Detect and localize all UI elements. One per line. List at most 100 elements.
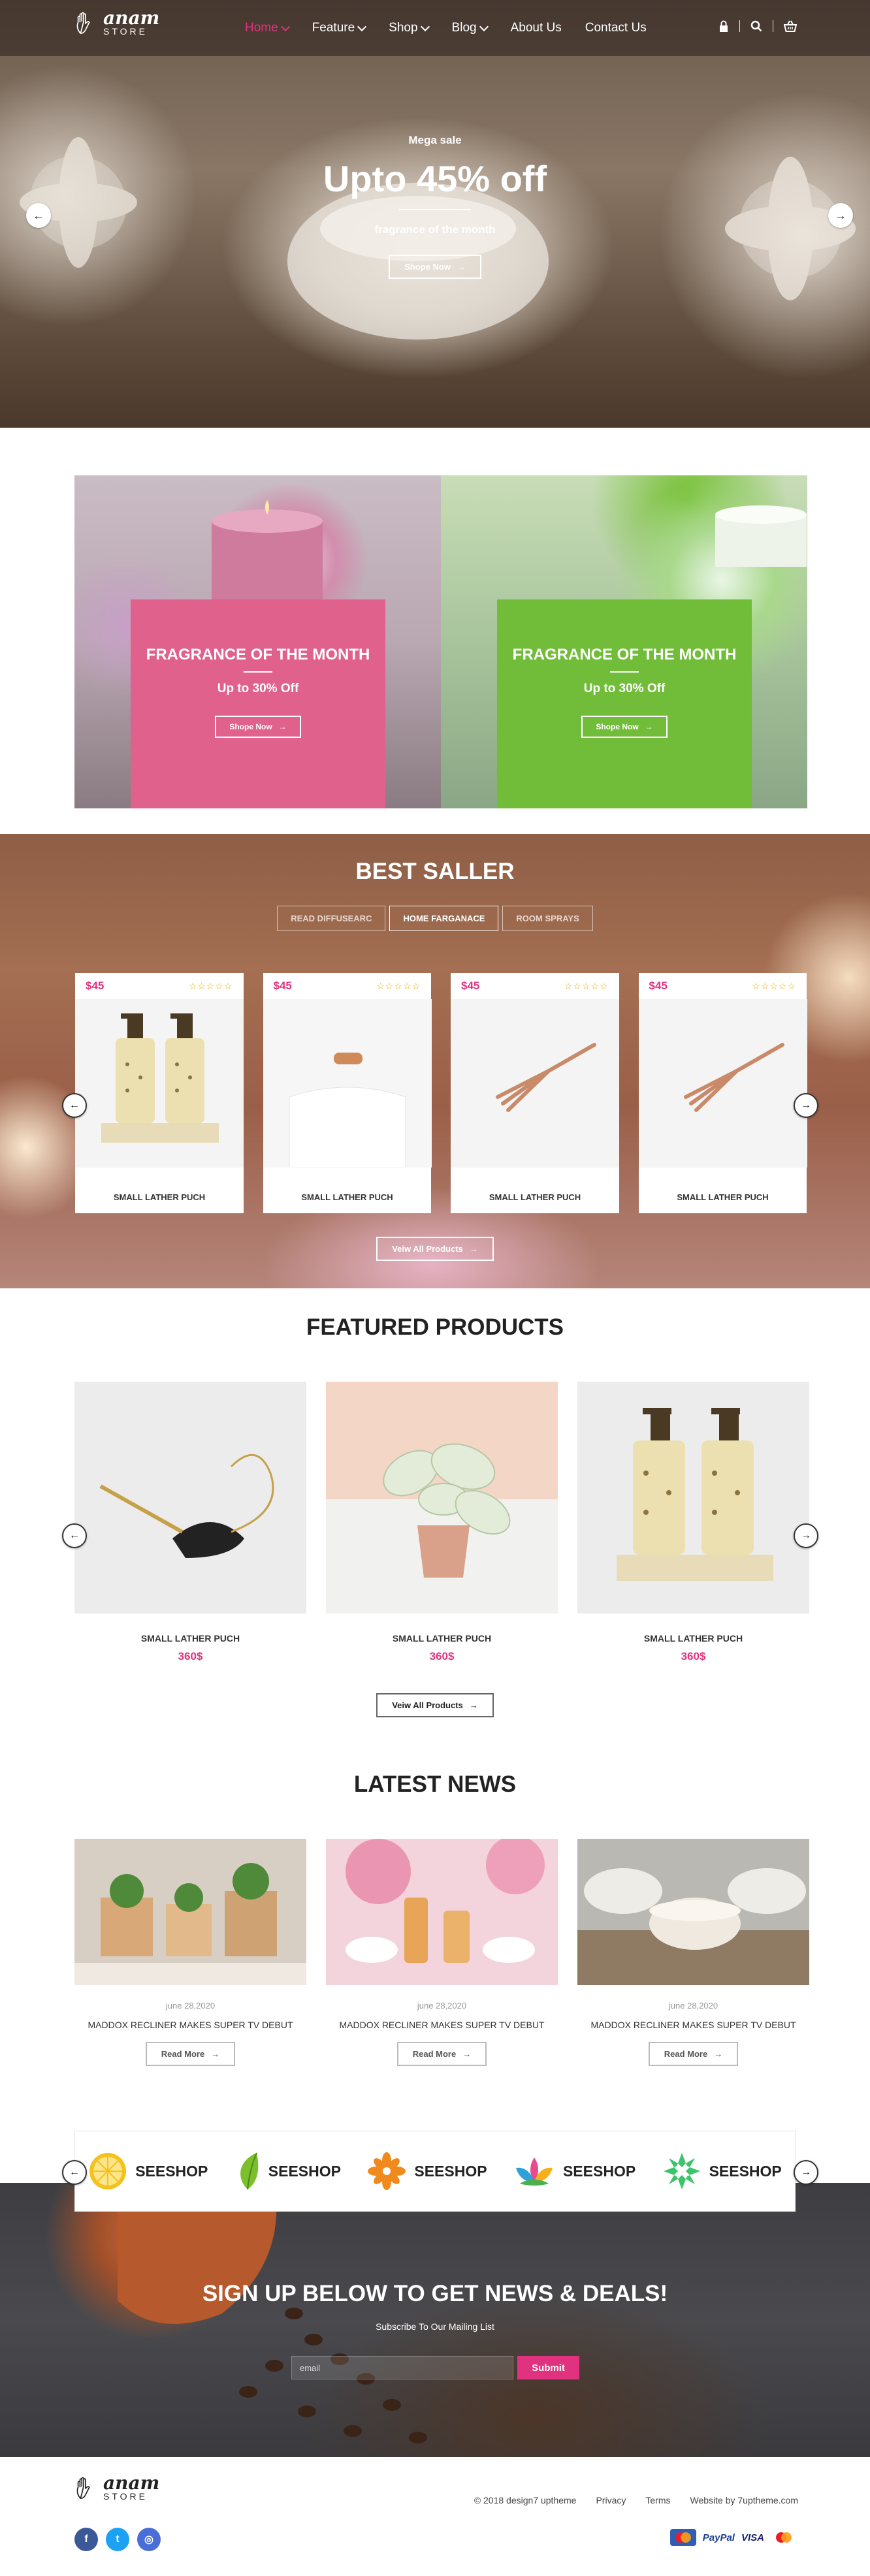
lock-icon[interactable] bbox=[718, 20, 729, 33]
view-all-wrap: Veiw All Products → bbox=[0, 1237, 870, 1261]
logo[interactable]: anam STORE bbox=[73, 9, 159, 37]
hero-kicker: Mega sale bbox=[408, 134, 462, 146]
brand-item[interactable]: SEESHOP bbox=[234, 2152, 341, 2191]
news-date: june 28,2020 bbox=[165, 2001, 216, 2011]
news-title[interactable]: MADDOX RECLINER MAKES SUPER TV DEBUT bbox=[326, 2020, 558, 2030]
promo-card: FRAGRANCE OF THE MONTH Up to 30% Off Sho… bbox=[497, 599, 752, 808]
news-title[interactable]: MADDOX RECLINER MAKES SUPER TV DEBUT bbox=[74, 2020, 306, 2030]
product-card[interactable]: SMALL LATHER PUCH 360$ bbox=[74, 1382, 306, 1663]
rating-stars-icon: ☆☆☆☆☆ bbox=[752, 980, 796, 991]
arrow-right-icon: → bbox=[462, 2049, 472, 2059]
section-title: FEATURED PRODUCTS bbox=[306, 1314, 564, 1340]
carousel-next-button[interactable]: → bbox=[794, 1523, 818, 1548]
submit-button[interactable]: Submit bbox=[517, 2356, 579, 2379]
carousel-prev-button[interactable]: ← bbox=[62, 1523, 87, 1548]
top-nav: anam STORE Home Feature Shop Blog About … bbox=[0, 0, 870, 56]
tab-home-fragrance[interactable]: HOME FARGANACE bbox=[389, 906, 499, 931]
hero-subtitle: fragrance of the month bbox=[374, 223, 496, 236]
button-label: Shope Now bbox=[404, 262, 451, 272]
arrow-right-icon: → bbox=[835, 208, 846, 222]
nav-item-shop[interactable]: Shop bbox=[389, 21, 430, 35]
product-image bbox=[638, 999, 807, 1168]
product-card[interactable]: SMALL LATHER PUCH 360$ bbox=[326, 1382, 558, 1663]
promo-offer: Up to 30% Off bbox=[217, 682, 299, 695]
product-price: $45 bbox=[273, 979, 292, 992]
newsletter-subtitle: Subscribe To Our Mailing List bbox=[376, 2321, 494, 2332]
arrow-right-icon: → bbox=[645, 722, 653, 731]
instagram-icon[interactable]: ◎ bbox=[137, 2528, 161, 2551]
brand-logos: SEESHOP SEESHOP SEESHOP SEESHOP SEESHOP bbox=[74, 2131, 796, 2212]
nav-item-blog[interactable]: Blog bbox=[452, 21, 489, 35]
footer-logo[interactable]: anam STORE bbox=[73, 2474, 159, 2502]
brands-prev-button[interactable]: ← bbox=[62, 2160, 87, 2185]
email-field[interactable] bbox=[291, 2356, 513, 2379]
carousel-next-button[interactable]: → bbox=[794, 1093, 818, 1118]
newsletter-title: SIGN UP BELOW TO GET NEWS & DEALS! bbox=[202, 2281, 668, 2306]
read-more-button[interactable]: Read More → bbox=[145, 2042, 236, 2066]
news-card[interactable]: june 28,2020 MADDOX RECLINER MAKES SUPER… bbox=[326, 1839, 558, 2066]
product-card[interactable]: SMALL LATHER PUCH 360$ bbox=[577, 1382, 809, 1663]
lemon-icon bbox=[89, 2153, 127, 2189]
twitter-icon[interactable]: t bbox=[106, 2528, 129, 2551]
search-icon[interactable] bbox=[750, 20, 762, 32]
carousel-prev-button[interactable]: ← bbox=[62, 1093, 87, 1118]
privacy-link[interactable]: Privacy bbox=[596, 2495, 626, 2505]
view-all-products-button[interactable]: Veiw All Products → bbox=[376, 1693, 494, 1717]
product-card[interactable]: $45 ☆☆☆☆☆ SMALL LATHER PUCH bbox=[75, 973, 244, 1213]
arrow-right-icon: → bbox=[801, 1530, 811, 1541]
nav-item-feature[interactable]: Feature bbox=[312, 21, 367, 35]
product-name: SMALL LATHER PUCH bbox=[140, 1633, 240, 1644]
brand-item[interactable]: SEESHOP bbox=[513, 2155, 636, 2187]
nav-item-home[interactable]: Home bbox=[245, 21, 290, 35]
basket-icon[interactable] bbox=[784, 20, 797, 32]
news-list: june 28,2020 MADDOX RECLINER MAKES SUPER… bbox=[74, 1839, 809, 2066]
arrow-left-icon: ← bbox=[69, 2167, 80, 2178]
brand-item[interactable]: SEESHOP bbox=[88, 2152, 208, 2191]
hero-title: Upto 45% off bbox=[323, 158, 547, 199]
tab-room-sprays[interactable]: ROOM SPRAYS bbox=[502, 906, 593, 931]
facebook-icon[interactable]: f bbox=[74, 2528, 98, 2551]
product-image bbox=[263, 999, 432, 1168]
hero-content: Mega sale Upto 45% off fragrance of the … bbox=[0, 134, 870, 279]
best-seller-section: BEST SALLER READ DIFFUSEARC HOME FARGANA… bbox=[0, 834, 870, 1288]
tab-reed-diffuser[interactable]: READ DIFFUSEARC bbox=[277, 906, 386, 931]
hand-logo-icon bbox=[76, 12, 90, 35]
read-more-button[interactable]: Read More → bbox=[396, 2042, 487, 2066]
brand-item[interactable]: SEESHOP bbox=[367, 2152, 487, 2191]
slider-next-button[interactable]: → bbox=[828, 203, 853, 228]
read-more-button[interactable]: Read More → bbox=[648, 2042, 739, 2066]
slider-prev-button[interactable]: ← bbox=[26, 203, 51, 228]
arrow-right-icon: → bbox=[801, 2167, 811, 2178]
brand-item[interactable]: SEESHOP bbox=[662, 2152, 782, 2191]
coffee-cup-image bbox=[118, 2183, 427, 2443]
shop-now-button[interactable]: Shope Now → bbox=[581, 716, 668, 738]
nav-item-contact[interactable]: Contact Us bbox=[585, 21, 647, 35]
arrow-right-icon: → bbox=[469, 1700, 478, 1710]
nav-label: Home bbox=[245, 21, 278, 35]
newsletter-form: Submit bbox=[291, 2356, 579, 2379]
product-card[interactable]: $45 ☆☆☆☆☆ SMALL LATHER PUCH bbox=[638, 973, 807, 1213]
shop-now-button[interactable]: Shope Now → bbox=[215, 716, 301, 738]
brands-next-button[interactable]: → bbox=[794, 2160, 818, 2185]
promo-banner[interactable]: FRAGRANCE OF THE MONTH Up to 30% Off Sho… bbox=[441, 475, 807, 808]
news-card[interactable]: june 28,2020 MADDOX RECLINER MAKES SUPER… bbox=[577, 1839, 809, 2066]
divider bbox=[610, 671, 639, 673]
terms-link[interactable]: Terms bbox=[645, 2495, 670, 2505]
view-all-products-button[interactable]: Veiw All Products → bbox=[376, 1237, 494, 1261]
nav-item-about[interactable]: About Us bbox=[511, 21, 562, 35]
promo-card: FRAGRANCE OF THE MONTH Up to 30% Off Sho… bbox=[131, 599, 385, 808]
product-name: SMALL LATHER PUCH bbox=[301, 1192, 393, 1202]
product-price: $45 bbox=[649, 979, 668, 992]
promo-offer: Up to 30% Off bbox=[583, 682, 666, 695]
arrow-right-icon: → bbox=[469, 1244, 478, 1254]
promo-title: FRAGRANCE OF THE MONTH bbox=[512, 646, 737, 663]
news-card[interactable]: june 28,2020 MADDOX RECLINER MAKES SUPER… bbox=[74, 1839, 306, 2066]
rating-stars-icon: ☆☆☆☆☆ bbox=[188, 980, 233, 991]
news-title[interactable]: MADDOX RECLINER MAKES SUPER TV DEBUT bbox=[577, 2020, 809, 2030]
promo-banner[interactable]: FRAGRANCE OF THE MONTH Up to 30% Off Sho… bbox=[74, 475, 441, 808]
credit-link[interactable]: Website by 7uptheme.com bbox=[690, 2495, 799, 2505]
product-card[interactable]: $45 ☆☆☆☆☆ SMALL LATHER PUCH bbox=[263, 973, 432, 1213]
shop-now-button[interactable]: Shope Now → bbox=[389, 255, 481, 279]
product-name: SMALL LATHER PUCH bbox=[489, 1192, 581, 1202]
product-card[interactable]: $45 ☆☆☆☆☆ SMALL LATHER PUCH bbox=[451, 973, 619, 1213]
